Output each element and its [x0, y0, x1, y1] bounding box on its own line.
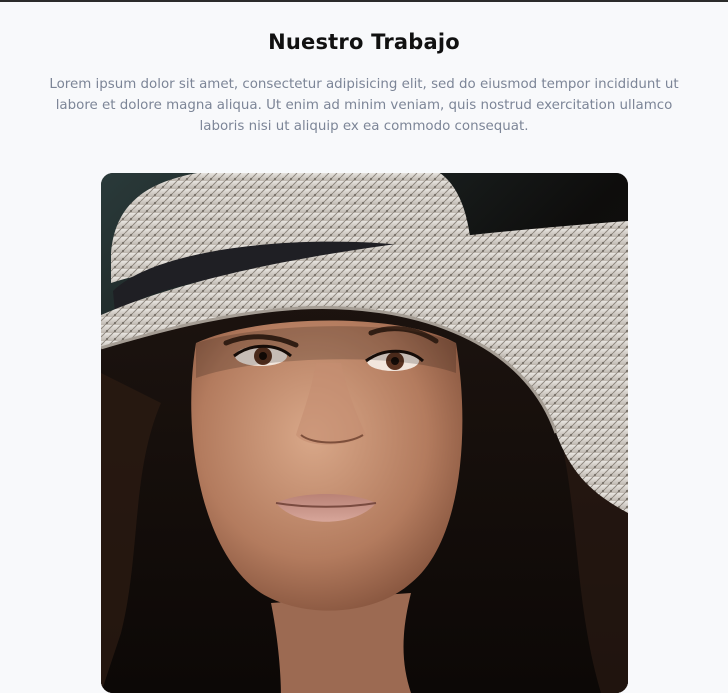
woman-portrait-illustration: [101, 173, 628, 693]
portfolio-image[interactable]: [101, 173, 628, 693]
section-description: Lorem ipsum dolor sit amet, consectetur …: [49, 77, 679, 134]
our-work-section: Nuestro Trabajo Lorem ipsum dolor sit am…: [0, 0, 728, 693]
section-title: Nuestro Trabajo: [268, 30, 460, 54]
